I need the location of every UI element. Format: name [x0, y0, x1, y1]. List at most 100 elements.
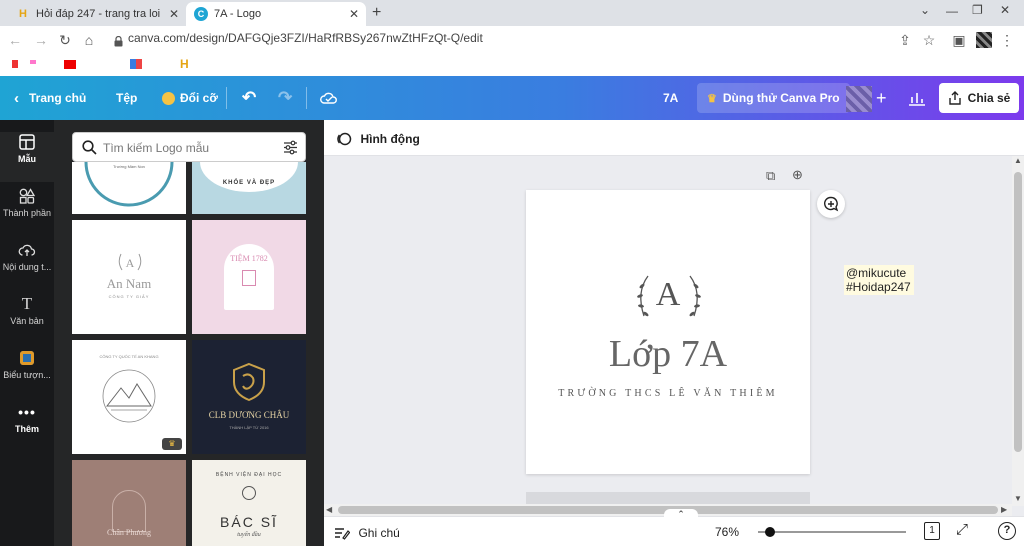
divider: [306, 87, 307, 109]
reload-icon[interactable]: ↻: [56, 31, 74, 49]
crown-icon: [162, 91, 175, 105]
hoidap-favicon-icon: H: [19, 8, 27, 20]
bookmark-icon[interactable]: [64, 60, 76, 69]
scroll-down-icon[interactable]: ▼: [1014, 494, 1022, 503]
animate-label: Hình động: [360, 131, 420, 146]
bookmark-icon[interactable]: [12, 60, 18, 68]
canva-header: ‹ Trang chủ Tệp Đổi cỡ ↶ ↷ 7A ♛ Dùng thử…: [0, 76, 1024, 120]
template-thumbnail[interactable]: Trường Mầm Non: [72, 162, 186, 214]
rail-label: Thành phần: [2, 208, 52, 218]
logo-title[interactable]: Lớp 7A: [526, 332, 810, 376]
bookmark-icon[interactable]: [30, 60, 36, 64]
duplicate-page-icon[interactable]: ⧉: [766, 168, 775, 184]
notes-icon: [335, 528, 351, 540]
back-arrow-icon[interactable]: ←: [6, 31, 24, 49]
resize-button[interactable]: Đổi cỡ: [162, 76, 218, 120]
rail-label: Biểu tượn...: [3, 370, 51, 380]
search-icon: [82, 140, 97, 155]
watermark-line: @mikucute: [846, 266, 907, 280]
scroll-right-icon[interactable]: ▶: [1001, 505, 1007, 514]
template-thumbnail[interactable]: TIỆM 1782: [192, 220, 306, 334]
chevron-down-icon[interactable]: ⌄: [920, 3, 930, 17]
user-avatar[interactable]: [846, 86, 872, 112]
zoom-slider-knob[interactable]: [765, 527, 776, 537]
close-tab-icon[interactable]: ✕: [166, 7, 182, 21]
comment-button[interactable]: [817, 190, 845, 218]
sidebar-icon[interactable]: ▣: [950, 31, 968, 49]
zoom-slider[interactable]: [758, 527, 906, 537]
rail-item-more[interactable]: ••• Thêm: [0, 402, 54, 434]
design-page[interactable]: A Lớp 7A TRƯỜNG THCS LÊ VĂN THIÊM: [526, 190, 810, 474]
tab-hoidap[interactable]: H Hỏi đáp 247 - trang tra loi ✕: [8, 2, 186, 26]
watermark-line: #Hoidap247: [846, 280, 911, 294]
template-text: Trường Mầm Non: [113, 164, 145, 169]
bookmark-star-icon[interactable]: ☆: [920, 31, 938, 49]
notes-button[interactable]: Ghi chú: [334, 524, 400, 542]
bookmark-icon[interactable]: [130, 59, 142, 69]
pro-crown-icon: ♛: [162, 438, 182, 450]
forward-arrow-icon[interactable]: →: [32, 31, 50, 49]
share-button[interactable]: Chia sẻ: [939, 83, 1019, 113]
bag-icon: [242, 270, 256, 286]
filter-icon[interactable]: [283, 140, 298, 155]
logo-letter: A: [655, 276, 681, 313]
insights-icon[interactable]: [908, 76, 926, 120]
search-box: [72, 132, 306, 162]
home-icon[interactable]: ⌂: [80, 31, 98, 49]
undo-icon[interactable]: ↶: [242, 76, 256, 120]
template-thumbnail[interactable]: KHỎE VÀ ĐẸP: [192, 162, 306, 214]
context-toolbar: Hình động: [324, 120, 1024, 156]
scrollbar-thumb[interactable]: [1014, 172, 1022, 452]
close-window-icon[interactable]: ✕: [1000, 3, 1010, 17]
animate-button[interactable]: Hình động: [336, 130, 420, 148]
fullscreen-icon[interactable]: ⤢: [956, 521, 968, 538]
profile-avatar[interactable]: [976, 32, 992, 48]
template-thumbnail[interactable]: CÔNG TY QUỐC TẾ AN KHANG ♛: [72, 340, 186, 454]
template-thumbnail[interactable]: Chân Phương: [72, 460, 186, 546]
template-thumbnail[interactable]: BỆNH VIỆN ĐẠI HỌC BÁC SĨ tuyển đầu: [192, 460, 306, 546]
close-tab-icon[interactable]: ✕: [346, 7, 362, 21]
rail-item-brand[interactable]: Biểu tượn...: [0, 348, 54, 380]
search-input[interactable]: [103, 138, 273, 158]
template-thumbnail[interactable]: CLB DƯƠNG CHÂU THÀNH LẬP TỪ 2016: [192, 340, 306, 454]
zoom-level[interactable]: 76%: [715, 525, 739, 539]
rail-item-text[interactable]: T Văn bản: [0, 294, 54, 326]
home-button[interactable]: ‹ Trang chủ: [14, 76, 86, 120]
redo-icon[interactable]: ↷: [278, 76, 292, 120]
lock-icon: [114, 34, 123, 52]
restore-window-icon[interactable]: ❐: [972, 3, 983, 17]
notes-label: Ghi chú: [358, 525, 400, 540]
template-text: tuyển đầu: [237, 532, 261, 538]
design-title[interactable]: 7A: [663, 76, 678, 120]
scroll-left-icon[interactable]: ◀: [326, 505, 332, 514]
help-icon[interactable]: ?: [998, 522, 1016, 540]
file-menu[interactable]: Tệp: [116, 76, 137, 120]
rail-item-elements[interactable]: Thành phần: [0, 186, 54, 218]
hoidap-bookmark-icon[interactable]: H: [180, 57, 189, 71]
add-page-icon[interactable]: ⊕: [792, 167, 803, 183]
url-text[interactable]: canva.com/design/DAFGQje3FZI/HaRfRBSy267…: [128, 31, 483, 45]
home-label: Trang chủ: [29, 91, 87, 105]
share-page-icon[interactable]: ⇪: [896, 31, 914, 49]
logo-subtitle[interactable]: TRƯỜNG THCS LÊ VĂN THIÊM: [526, 388, 810, 399]
vertical-scrollbar[interactable]: ▲ ▼: [1012, 156, 1024, 506]
page-count[interactable]: 1: [924, 522, 940, 540]
cloud-saved-icon[interactable]: [320, 76, 338, 120]
rail-item-uploads[interactable]: Nội dung t...: [0, 240, 54, 272]
canva-pro-button[interactable]: ♛ Dùng thử Canva Pro: [697, 83, 850, 113]
template-title: An Nam: [106, 276, 152, 291]
scroll-up-icon[interactable]: ▲: [1014, 156, 1022, 165]
canva-favicon-icon: C: [194, 7, 208, 21]
comment-add-icon: [824, 196, 839, 212]
left-rail: Mẫu Thành phần Nội dung t... T Văn bản B…: [0, 120, 54, 546]
rail-label: Văn bản: [10, 316, 44, 326]
rail-item-templates[interactable]: Mẫu: [0, 132, 54, 182]
new-tab-button[interactable]: +: [372, 4, 381, 22]
svg-text:A: A: [126, 256, 135, 270]
template-thumbnail[interactable]: A An Nam CÔNG TY GIẤY: [72, 220, 186, 334]
browser-menu-icon[interactable]: ⋮: [998, 31, 1016, 49]
chevron-up-icon[interactable]: ⌃: [664, 509, 698, 519]
add-collaborator-icon[interactable]: +: [876, 76, 887, 120]
tab-canva[interactable]: C 7A - Logo ✕: [186, 2, 366, 26]
minimize-window-icon[interactable]: —: [946, 4, 958, 18]
